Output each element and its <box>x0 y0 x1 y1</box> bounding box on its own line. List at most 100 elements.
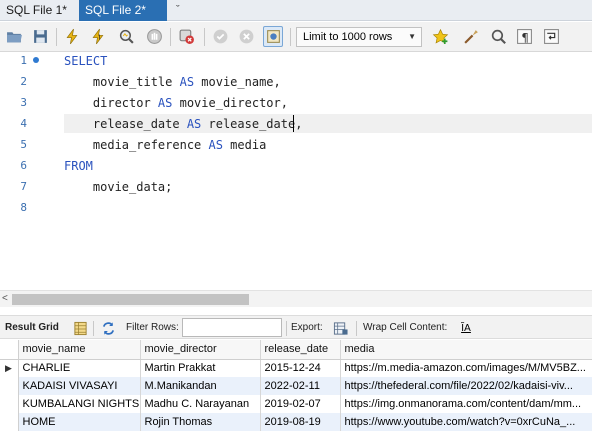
table-cell[interactable]: HOME <box>18 413 141 431</box>
text-cursor <box>293 115 294 132</box>
line-number: 3 <box>20 96 27 109</box>
sql-keyword: AS <box>208 138 223 152</box>
table-cell[interactable]: 2015-12-24 <box>260 359 341 377</box>
sql-token: movie_name, <box>194 75 281 89</box>
result-toolbar: Result Grid Filter Rows: Export: Wrap Ce… <box>0 315 592 339</box>
code-line[interactable]: movie_data; <box>64 180 172 194</box>
line-number: 2 <box>20 75 27 88</box>
explain-icon[interactable] <box>116 26 136 47</box>
header-row: movie_name movie_director release_date m… <box>0 340 592 360</box>
sql-token: media_reference <box>64 138 209 152</box>
line-number: 7 <box>20 180 27 193</box>
code-line[interactable]: SELECT <box>64 54 107 68</box>
column-header-media[interactable]: media <box>340 340 592 360</box>
sql-editor[interactable]: 1 2 3 4 5 6 7 8 SELECT movie_title AS movie_nam… <box>0 52 592 289</box>
scroll-left-icon[interactable]: < <box>2 293 8 304</box>
commit-icon[interactable] <box>210 26 230 47</box>
table-cell[interactable]: https://thefederal.com/file/2022/02/kada… <box>340 377 592 395</box>
beautify-icon[interactable] <box>461 26 481 47</box>
sql-keyword: FROM <box>64 159 93 173</box>
line-number: 4 <box>20 117 27 130</box>
limit-rows-value: Limit to 1000 rows <box>303 31 393 43</box>
table-row[interactable]: HOME Rojin Thomas 2019-08-19 https://www.yo… <box>0 413 592 431</box>
code-line[interactable]: media_reference AS media <box>64 138 266 152</box>
wrap-cell-label: Wrap Cell Content: <box>363 322 448 333</box>
table-cell[interactable]: KADAISI VIVASAYI <box>18 377 141 395</box>
execute-icon[interactable] <box>62 26 82 47</box>
rollback-icon[interactable] <box>236 26 256 47</box>
chevron-down-icon: ▼ <box>408 32 416 41</box>
table-row[interactable]: ▶ CHARLIE Martin Prakkat 2015-12-24 https://… <box>0 359 592 377</box>
table-row[interactable]: KUMBALANGI NIGHTS Madhu C. Narayanan 2019-… <box>0 395 592 413</box>
table-cell[interactable]: Rojin Thomas <box>140 413 261 431</box>
scrollbar-thumb[interactable] <box>12 294 249 305</box>
export-label: Export: <box>291 322 323 333</box>
table-cell[interactable]: https://m.media-amazon.com/images/M/MV5B… <box>340 359 592 377</box>
table-cell[interactable]: KUMBALANGI NIGHTS <box>18 395 141 413</box>
column-header-movie-name[interactable]: movie_name <box>18 340 141 360</box>
row-header[interactable] <box>0 377 19 395</box>
grid-view-icon[interactable] <box>72 320 88 336</box>
filter-rows-input[interactable] <box>182 318 282 337</box>
table-cell[interactable]: M.Manikandan <box>140 377 261 395</box>
code-line[interactable]: FROM <box>64 159 93 173</box>
line-number: 8 <box>20 201 27 214</box>
line-gutter: 1 2 3 4 5 6 7 8 <box>0 52 50 289</box>
execute-current-icon[interactable]: I <box>88 26 108 47</box>
table-cell[interactable]: CHARLIE <box>18 359 141 377</box>
bookmark-star-icon[interactable] <box>430 26 450 47</box>
export-icon[interactable] <box>332 320 348 336</box>
open-folder-icon[interactable] <box>4 26 24 47</box>
code-line[interactable]: movie_title AS movie_name, <box>64 75 281 89</box>
editor-tab-bar: SQL File 1* SQL File 2* ˇ <box>0 0 592 21</box>
limit-rows-select[interactable]: Limit to 1000 rows ▼ <box>296 27 422 47</box>
tab-sql-file-1[interactable]: SQL File 1* <box>0 0 74 21</box>
row-header[interactable]: ▶ <box>0 359 19 377</box>
tab-overflow-button[interactable]: ˇ <box>170 0 184 21</box>
sql-keyword: AS <box>186 117 202 131</box>
code-line[interactable]: release_date AS release_date, <box>64 117 303 131</box>
table-cell[interactable]: 2019-08-19 <box>260 413 341 431</box>
table-cell[interactable]: 2019-02-07 <box>260 395 341 413</box>
tab-sql-file-2[interactable]: SQL File 2* <box>79 0 167 21</box>
autocommit-icon[interactable] <box>263 26 283 47</box>
sql-token: director <box>64 96 158 110</box>
toggle-error-stop-icon[interactable] <box>176 26 196 47</box>
sql-token: release_date <box>64 117 187 131</box>
table-cell[interactable]: Madhu C. Narayanan <box>140 395 261 413</box>
table-cell[interactable]: Martin Prakkat <box>140 359 261 377</box>
table-cell[interactable]: https://www.youtube.com/watch?v=0xrCuNa_… <box>340 413 592 431</box>
statement-marker-icon <box>33 57 39 63</box>
line-number: 1 <box>20 54 27 67</box>
refresh-icon[interactable] <box>100 320 116 336</box>
line-number: 5 <box>20 138 27 151</box>
wrap-cell-icon[interactable]: ĨA <box>458 320 474 336</box>
invisibles-icon[interactable]: ¶ <box>514 26 534 47</box>
column-header-movie-director[interactable]: movie_director <box>140 340 261 360</box>
sql-editor-toolbar: I Limit to 1000 rows ▼ ¶ <box>0 22 592 52</box>
current-row-marker-icon: ▶ <box>5 363 12 374</box>
sql-keyword: AS <box>179 75 195 89</box>
row-header[interactable] <box>0 413 19 431</box>
row-header[interactable] <box>0 395 19 413</box>
column-header-release-date[interactable]: release_date <box>260 340 341 360</box>
filter-rows-label: Filter Rows: <box>126 322 179 333</box>
editor-horizontal-scrollbar[interactable]: < <box>0 290 592 307</box>
stop-icon[interactable] <box>144 26 164 47</box>
table-cell[interactable]: https://img.onmanorama.com/content/dam/m… <box>340 395 592 413</box>
line-number: 6 <box>20 159 27 172</box>
table-row[interactable]: KADAISI VIVASAYI M.Manikandan 2022-02-11 ht… <box>0 377 592 395</box>
sql-token: release_date, <box>201 117 303 131</box>
sql-token: media <box>222 138 267 152</box>
find-icon[interactable] <box>488 26 508 47</box>
save-icon[interactable] <box>30 26 50 47</box>
code-line[interactable]: director AS movie_director, <box>64 96 288 110</box>
sql-token: movie_title <box>64 75 180 89</box>
wrap-icon[interactable] <box>541 26 561 47</box>
svg-text:I: I <box>98 33 100 42</box>
sql-keyword: AS <box>157 96 173 110</box>
result-table: movie_name movie_director release_date m… <box>0 340 592 431</box>
table-cell[interactable]: 2022-02-11 <box>260 377 341 395</box>
result-grid[interactable]: movie_name movie_director release_date m… <box>0 340 592 435</box>
result-grid-label[interactable]: Result Grid <box>5 322 59 333</box>
